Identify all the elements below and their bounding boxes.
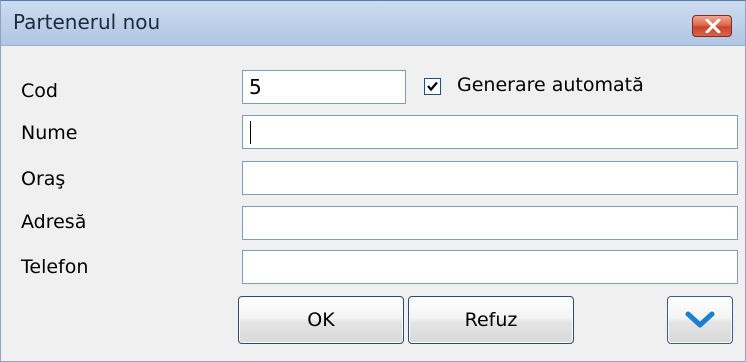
oras-input[interactable] xyxy=(242,161,738,195)
more-options-button[interactable] xyxy=(667,296,733,344)
cod-label: Cod xyxy=(21,80,58,102)
adresa-label: Adresă xyxy=(21,211,87,233)
text-caret xyxy=(250,121,251,144)
auto-generate-label: Generare automată xyxy=(457,74,644,96)
telefon-input[interactable] xyxy=(242,250,738,284)
adresa-input[interactable] xyxy=(242,206,738,240)
oras-label: Oraş xyxy=(21,168,66,190)
checkmark-icon xyxy=(427,81,438,92)
close-button[interactable] xyxy=(692,15,732,37)
cancel-button[interactable]: Refuz xyxy=(408,296,574,344)
chevron-down-icon xyxy=(685,311,715,328)
telefon-label: Telefon xyxy=(21,256,89,278)
cod-input[interactable] xyxy=(242,70,406,104)
window-title: Partenerul nou xyxy=(13,10,161,34)
nume-input[interactable] xyxy=(242,115,738,149)
ok-button[interactable]: OK xyxy=(238,296,404,344)
dialog-window: Partenerul nou Cod Generare automată Num… xyxy=(0,0,746,362)
title-bar[interactable]: Partenerul nou xyxy=(1,1,745,46)
auto-generate-checkbox[interactable] xyxy=(424,78,441,95)
close-icon xyxy=(705,19,721,33)
nume-label: Nume xyxy=(21,122,78,144)
